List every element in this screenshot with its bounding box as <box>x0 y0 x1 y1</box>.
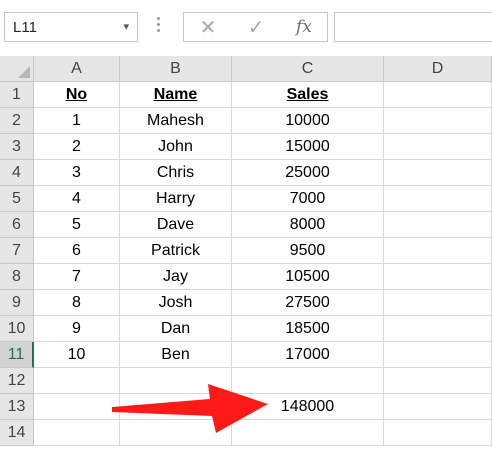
cell-d3[interactable] <box>384 134 492 160</box>
cell-c7[interactable]: 9500 <box>232 238 384 264</box>
cell-b8[interactable]: Jay <box>120 264 232 290</box>
cell-c4[interactable]: 25000 <box>232 160 384 186</box>
cell-b6[interactable]: Dave <box>120 212 232 238</box>
column-header-b[interactable]: B <box>120 56 232 82</box>
formula-input[interactable] <box>334 12 492 42</box>
enter-icon[interactable]: ✓ <box>234 13 278 41</box>
cell-d2[interactable] <box>384 108 492 134</box>
more-options-icon[interactable] <box>156 14 162 40</box>
cell-d6[interactable] <box>384 212 492 238</box>
cell-a10[interactable]: 9 <box>34 316 120 342</box>
cell-b5[interactable]: Harry <box>120 186 232 212</box>
cell-d8[interactable] <box>384 264 492 290</box>
cell-d11[interactable] <box>384 342 492 368</box>
row-header-8[interactable]: 8 <box>0 264 34 290</box>
cell-d9[interactable] <box>384 290 492 316</box>
select-all-button[interactable] <box>0 56 34 82</box>
cell-d4[interactable] <box>384 160 492 186</box>
cell-c5[interactable]: 7000 <box>232 186 384 212</box>
cell-d12[interactable] <box>384 368 492 394</box>
column-header-d[interactable]: D <box>384 56 492 82</box>
cell-b2[interactable]: Mahesh <box>120 108 232 134</box>
cell-d7[interactable] <box>384 238 492 264</box>
row-header-7[interactable]: 7 <box>0 238 34 264</box>
row-header-9[interactable]: 9 <box>0 290 34 316</box>
cell-b11[interactable]: Ben <box>120 342 232 368</box>
cancel-icon[interactable]: ✕ <box>186 13 230 41</box>
cell-a14[interactable] <box>34 420 120 446</box>
row-header-11[interactable]: 11 <box>0 342 34 368</box>
cell-c11[interactable]: 17000 <box>232 342 384 368</box>
chevron-down-icon[interactable]: ▾ <box>123 20 129 33</box>
name-box-value: L11 <box>13 19 37 36</box>
row-header-6[interactable]: 6 <box>0 212 34 238</box>
cell-a8[interactable]: 7 <box>34 264 120 290</box>
cell-b10[interactable]: Dan <box>120 316 232 342</box>
row-header-13[interactable]: 13 <box>0 394 34 420</box>
red-arrow-annotation <box>112 384 268 433</box>
formula-bar: L11 ▾ ✕ ✓ fx <box>0 0 492 56</box>
row-header-2[interactable]: 2 <box>0 108 34 134</box>
column-header-a[interactable]: A <box>34 56 120 82</box>
cell-a3[interactable]: 2 <box>34 134 120 160</box>
cell-a4[interactable]: 3 <box>34 160 120 186</box>
cell-d5[interactable] <box>384 186 492 212</box>
cell-a11[interactable]: 10 <box>34 342 120 368</box>
cell-c1[interactable]: Sales <box>232 82 384 108</box>
cell-a6[interactable]: 5 <box>34 212 120 238</box>
cell-a2[interactable]: 1 <box>34 108 120 134</box>
cell-b1[interactable]: Name <box>120 82 232 108</box>
cell-d1[interactable] <box>384 82 492 108</box>
name-box[interactable]: L11 ▾ <box>4 12 138 42</box>
cell-c10[interactable]: 18500 <box>232 316 384 342</box>
cell-a12[interactable] <box>34 368 120 394</box>
row-header-12[interactable]: 12 <box>0 368 34 394</box>
column-header-c[interactable]: C <box>232 56 384 82</box>
cell-a5[interactable]: 4 <box>34 186 120 212</box>
insert-function-icon[interactable]: fx <box>282 13 326 41</box>
cell-d10[interactable] <box>384 316 492 342</box>
cell-c3[interactable]: 15000 <box>232 134 384 160</box>
cell-b4[interactable]: Chris <box>120 160 232 186</box>
row-header-4[interactable]: 4 <box>0 160 34 186</box>
cell-a1[interactable]: No <box>34 82 120 108</box>
row-header-14[interactable]: 14 <box>0 420 34 446</box>
cell-c9[interactable]: 27500 <box>232 290 384 316</box>
cell-a7[interactable]: 6 <box>34 238 120 264</box>
cell-b9[interactable]: Josh <box>120 290 232 316</box>
formula-buttons: ✕ ✓ fx <box>183 12 328 42</box>
cell-d13[interactable] <box>384 394 492 420</box>
cell-c6[interactable]: 8000 <box>232 212 384 238</box>
cell-c8[interactable]: 10500 <box>232 264 384 290</box>
cell-b3[interactable]: John <box>120 134 232 160</box>
cell-b7[interactable]: Patrick <box>120 238 232 264</box>
cell-a13[interactable] <box>34 394 120 420</box>
cell-a9[interactable]: 8 <box>34 290 120 316</box>
cell-c2[interactable]: 10000 <box>232 108 384 134</box>
row-header-3[interactable]: 3 <box>0 134 34 160</box>
row-header-5[interactable]: 5 <box>0 186 34 212</box>
cell-d14[interactable] <box>384 420 492 446</box>
row-header-1[interactable]: 1 <box>0 82 34 108</box>
row-header-10[interactable]: 10 <box>0 316 34 342</box>
